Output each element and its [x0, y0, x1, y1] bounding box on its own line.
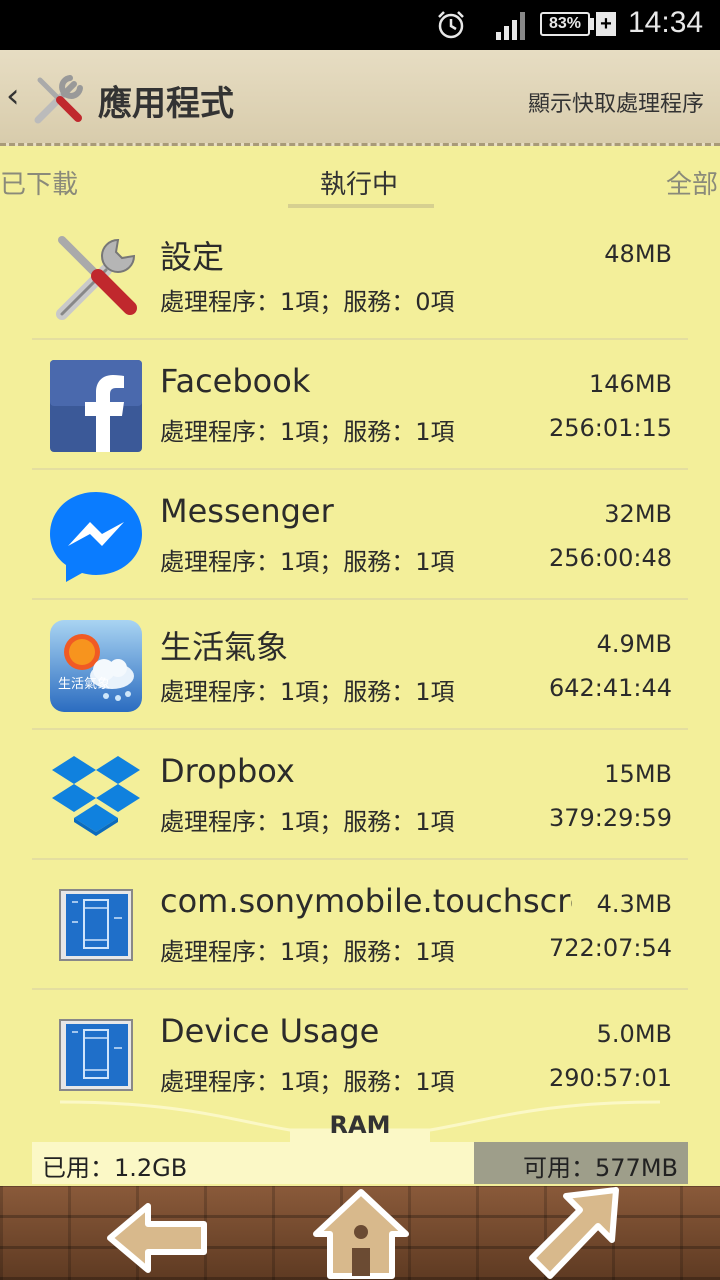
- app-size: 4.9MB: [596, 630, 672, 658]
- navigation-bar: [0, 1186, 720, 1280]
- ram-label: RAM: [329, 1111, 391, 1139]
- list-item[interactable]: Facebook 146MB 處理程序：1項；服務：1項 256:01:15: [0, 340, 720, 470]
- app-process-info: 處理程序：1項；服務：1項: [160, 418, 455, 446]
- home-icon[interactable]: [306, 1186, 416, 1280]
- app-runtime: 290:57:01: [548, 1064, 672, 1092]
- dropbox-icon: [52, 756, 140, 836]
- app-name: Device Usage: [160, 1012, 380, 1050]
- app-runtime: 256:01:15: [548, 414, 672, 442]
- weather-icon-text: 生活氣象: [58, 677, 110, 692]
- list-item[interactable]: Messenger 32MB 處理程序：1項；服務：1項 256:00:48: [0, 470, 720, 600]
- app-name: Dropbox: [160, 752, 295, 790]
- battery-tip: [590, 18, 594, 30]
- app-name: com.sonymobile.touchscreen: [160, 882, 572, 920]
- app-name: Facebook: [160, 362, 311, 400]
- app-process-info: 處理程序：1項；服務：0項: [160, 288, 455, 316]
- app-runtime: 256:00:48: [548, 544, 672, 572]
- back-arrow-icon[interactable]: [104, 1186, 214, 1280]
- app-name: Messenger: [160, 492, 334, 530]
- charging-icon: +: [596, 12, 616, 36]
- back-chevron-icon[interactable]: ‹: [6, 76, 20, 116]
- app-size: 32MB: [604, 500, 672, 528]
- signal-icon: [496, 12, 525, 40]
- running-app-list: 設定 48MB 處理程序：1項；服務：0項 Facebook 146MB 處理程…: [0, 210, 720, 1116]
- app-size: 48MB: [604, 240, 672, 268]
- blueprint-app-icon: [59, 889, 133, 961]
- tab-running[interactable]: 執行中: [320, 164, 398, 201]
- messenger-icon: [50, 492, 142, 582]
- list-item[interactable]: 生活氣象 生活氣象 4.9MB 處理程序：1項；服務：1項 642:41:44: [0, 600, 720, 730]
- app-runtime: 722:07:54: [548, 934, 672, 962]
- list-item[interactable]: 設定 48MB 處理程序：1項；服務：0項: [0, 210, 720, 340]
- show-cached-processes-button[interactable]: 顯示快取處理程序: [528, 86, 704, 118]
- tab-strip: 已下載 執行中 全部: [0, 150, 720, 210]
- clock: 14:34: [628, 6, 704, 39]
- tab-downloaded[interactable]: 已下載: [0, 164, 78, 201]
- status-bar: 83% + 14:34: [0, 0, 720, 50]
- list-item[interactable]: com.sonymobile.touchscreen 4.3MB 處理程序：1項…: [0, 860, 720, 990]
- app-size: 5.0MB: [596, 1020, 672, 1048]
- app-size: 4.3MB: [596, 890, 672, 918]
- settings-icon[interactable]: [30, 72, 86, 128]
- action-bar: ‹ 應用程式 顯示快取處理程序: [0, 50, 720, 146]
- app-process-info: 處理程序：1項；服務：1項: [160, 808, 455, 836]
- ram-used: 已用：1.2GB: [42, 1154, 188, 1182]
- app-size: 15MB: [604, 760, 672, 788]
- ram-usage-bar: 已用：1.2GB 可用：577MB: [32, 1142, 688, 1184]
- app-runtime: 642:41:44: [548, 674, 672, 702]
- list-item[interactable]: Dropbox 15MB 處理程序：1項；服務：1項 379:29:59: [0, 730, 720, 860]
- page-title: 應用程式: [98, 84, 234, 124]
- app-name: 設定: [160, 238, 225, 276]
- alarm-icon: [438, 11, 464, 39]
- app-runtime: 379:29:59: [548, 804, 672, 832]
- app-name: 生活氣象: [160, 628, 289, 666]
- app-process-info: 處理程序：1項；服務：1項: [160, 938, 455, 966]
- ram-free: 可用：577MB: [523, 1154, 678, 1182]
- weather-icon: 生活氣象: [50, 620, 142, 712]
- app-size: 146MB: [589, 370, 672, 398]
- tab-all[interactable]: 全部: [666, 164, 718, 201]
- app-process-info: 處理程序：1項；服務：1項: [160, 678, 455, 706]
- tab-indicator: [288, 204, 434, 208]
- recent-apps-arrow-icon[interactable]: [520, 1186, 630, 1280]
- settings-icon: [56, 236, 137, 320]
- app-process-info: 處理程序：1項；服務：1項: [160, 548, 455, 576]
- battery-indicator: 83%: [540, 12, 590, 36]
- facebook-icon: [50, 360, 142, 452]
